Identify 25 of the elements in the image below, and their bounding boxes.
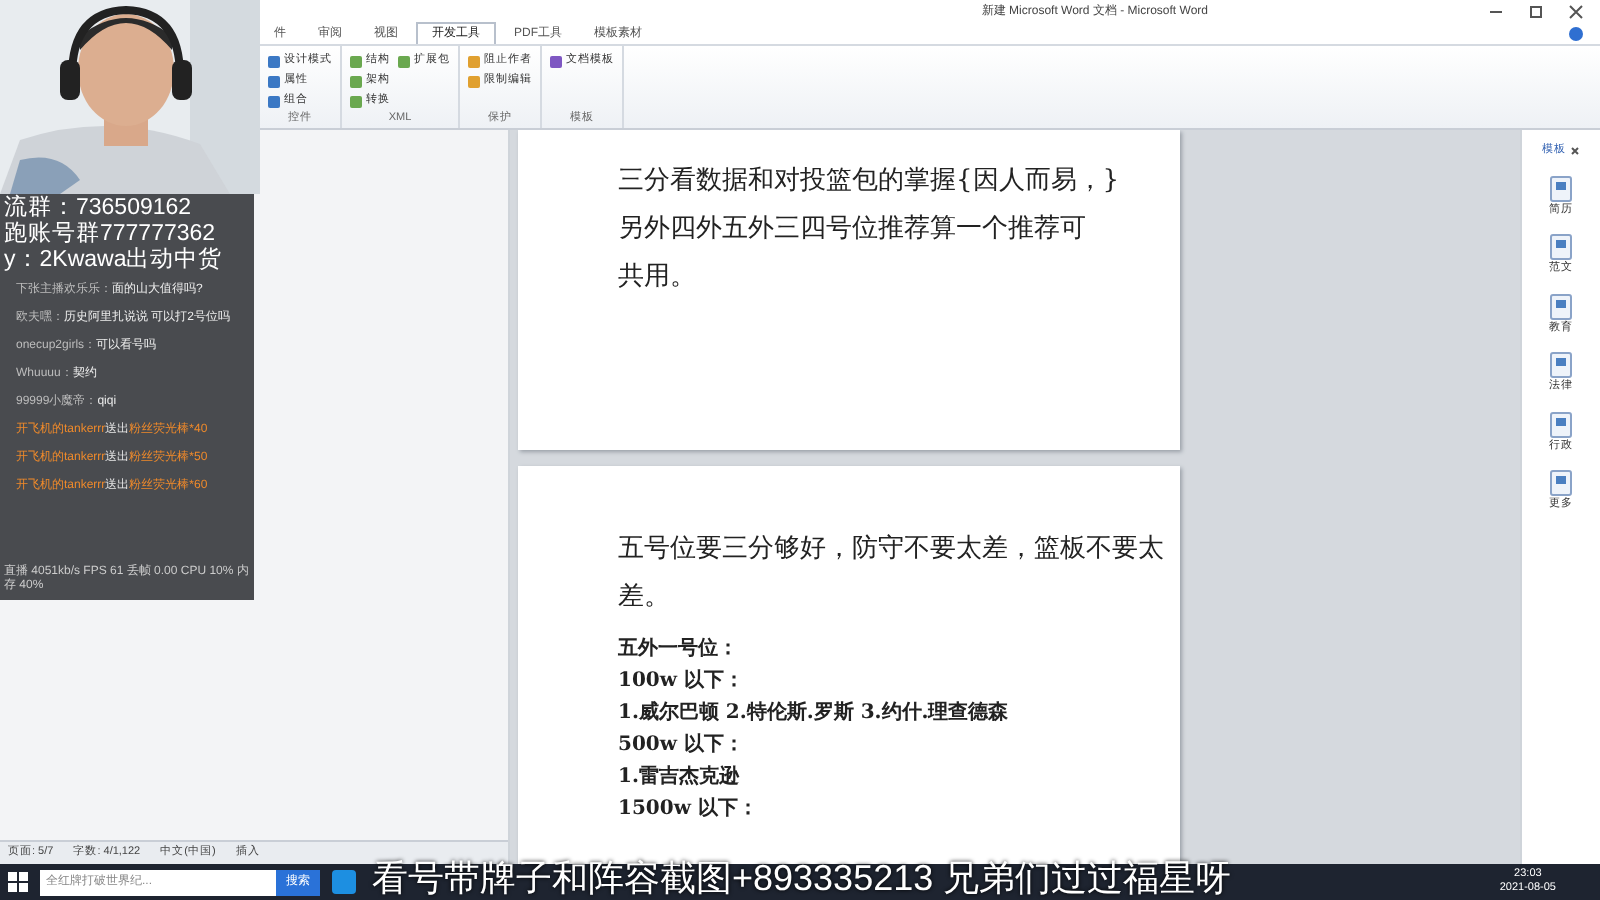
paragraph: 共用。: [618, 260, 698, 296]
document-icon: [1550, 352, 1572, 378]
close-icon[interactable]: [1568, 3, 1584, 19]
paragraph: 1.雷吉杰克逊: [618, 763, 742, 792]
paragraph: 另外四外五外三四号位推荐算一个推荐可: [618, 212, 1088, 248]
paragraph: 1.威尔巴顿 2.特伦斯.罗斯 3.约什.理查德森: [618, 699, 1011, 728]
overlay-caption: 看号带牌子和阵容截图+893335213 兄弟们过过福星呀: [372, 858, 1232, 898]
paragraph: 100w 以下：: [618, 667, 746, 696]
document-icon: [1550, 470, 1572, 496]
paragraph: 三分看数据和对投篮包的掌握{因人而易，}: [618, 164, 1122, 200]
windows-logo-icon[interactable]: [8, 872, 28, 892]
overlay-info: 流群：736509162: [4, 196, 194, 221]
help-icon[interactable]: [1568, 26, 1584, 42]
restore-icon[interactable]: [1528, 3, 1544, 19]
close-icon[interactable]: [1570, 146, 1580, 157]
document-icon: [1550, 175, 1572, 201]
paragraph: 五号位要三分够好，防守不要太差，篮板不要太差。: [618, 532, 1164, 616]
document-icon: [1550, 411, 1572, 437]
document-icon: [1550, 234, 1572, 260]
paragraph: 五外一号位：: [618, 635, 740, 664]
paragraph: 1500w 以下：: [618, 795, 760, 824]
overlay-info: y：2Kwawa出动中货: [4, 248, 225, 274]
document-icon: [1550, 293, 1572, 319]
paragraph: 500w 以下：: [618, 731, 746, 760]
overlay-info: 跑账号群777777362: [4, 222, 218, 247]
